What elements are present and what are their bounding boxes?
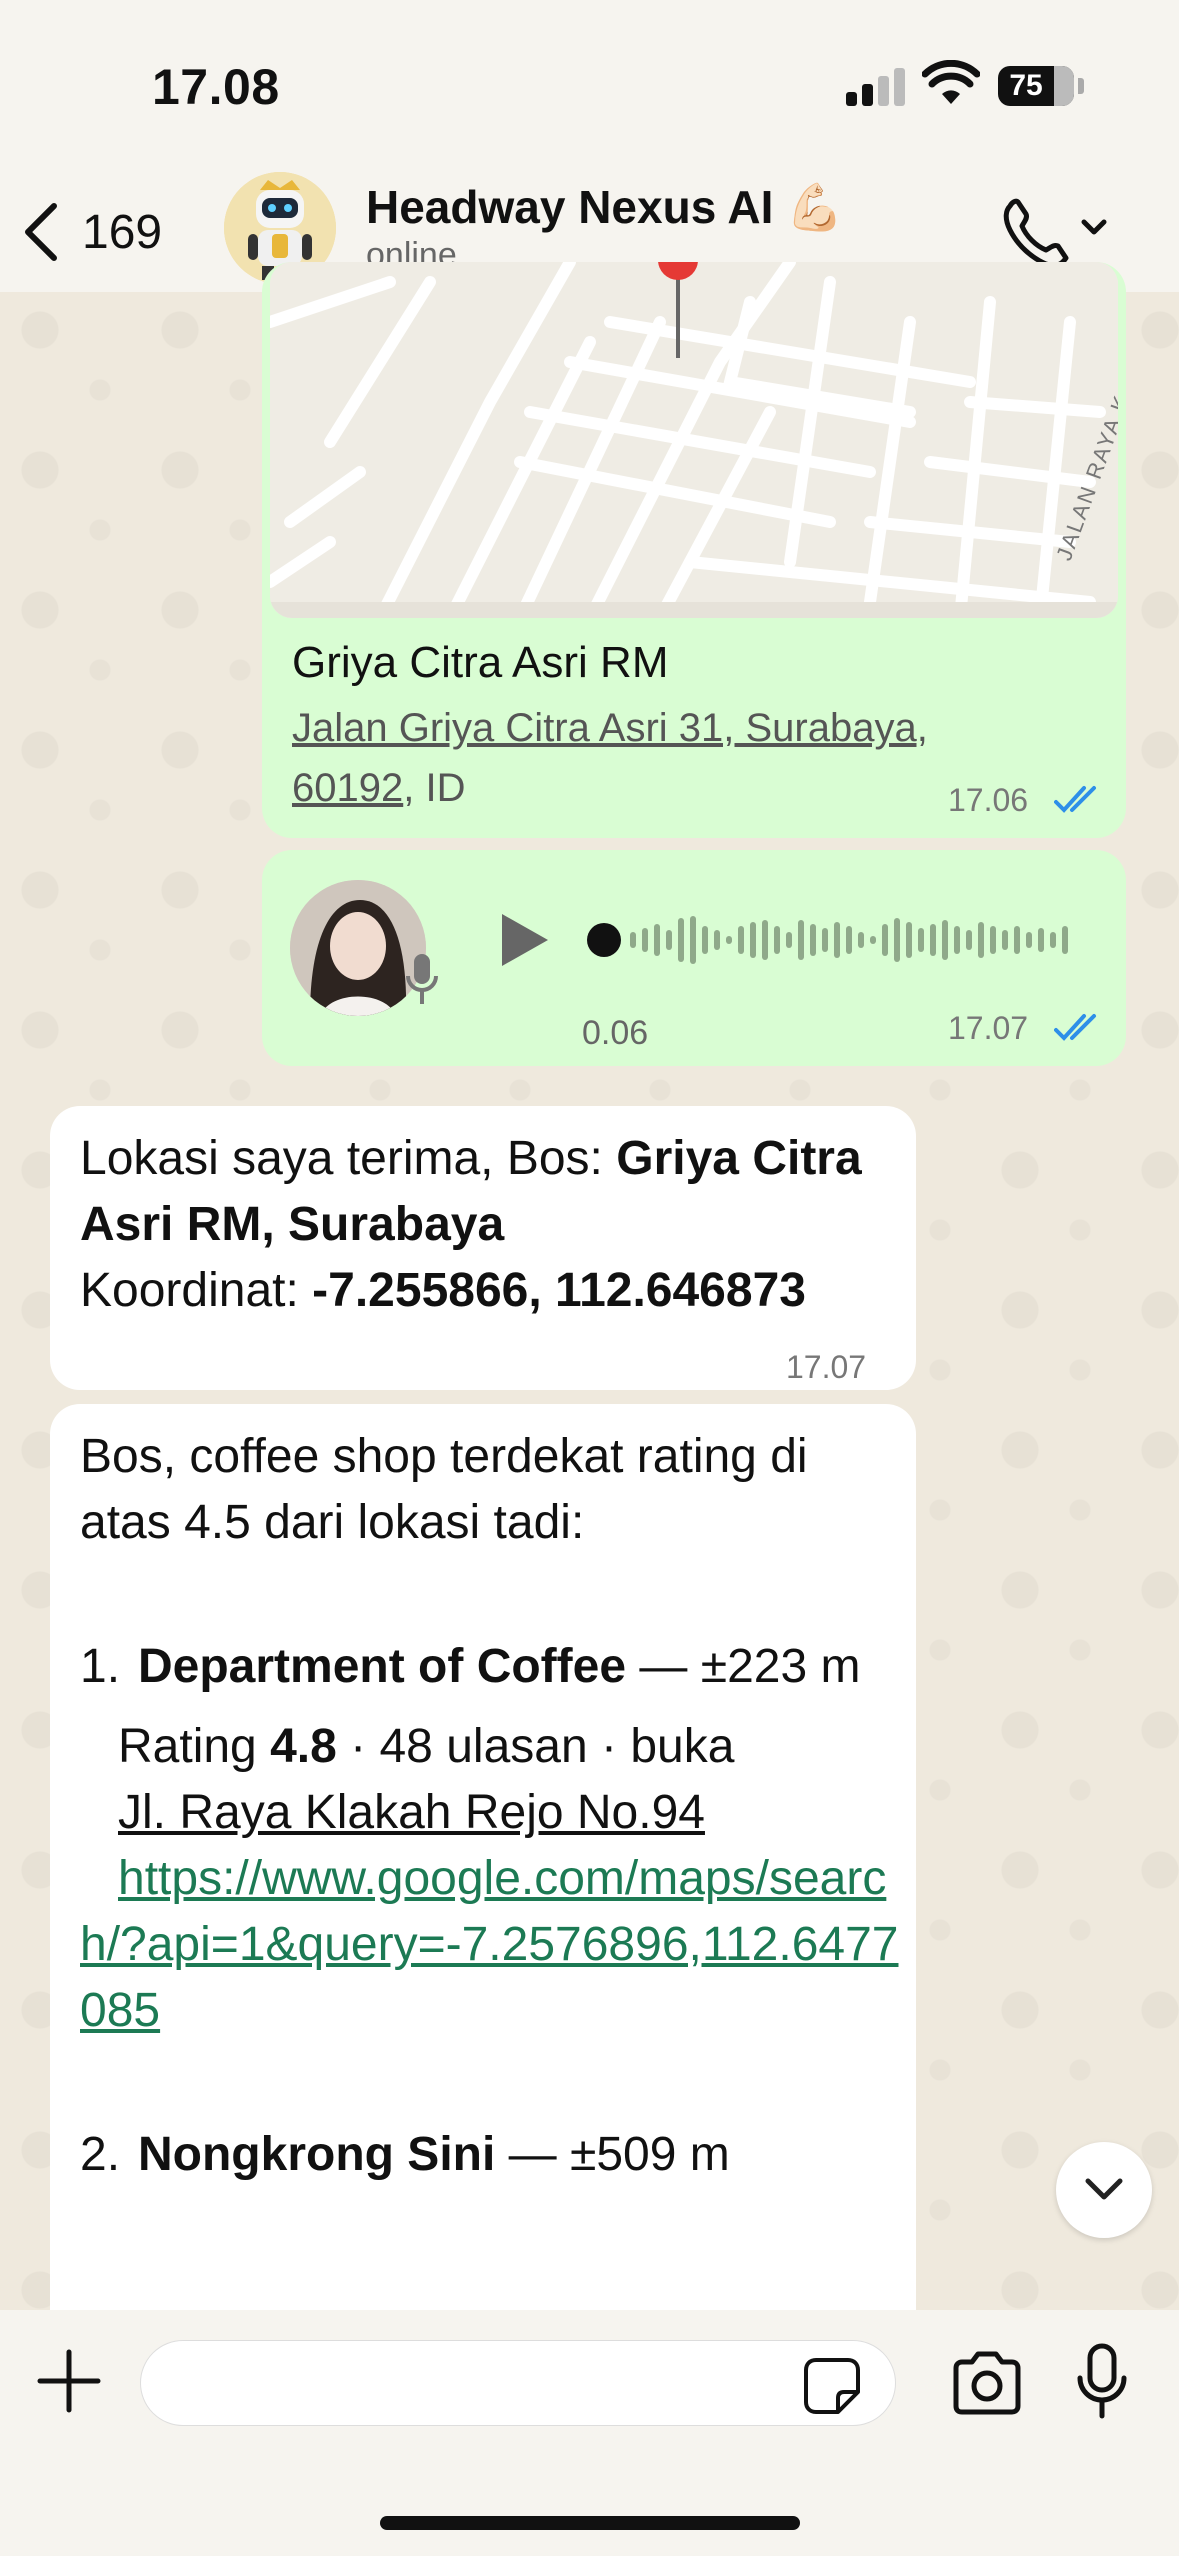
microphone-icon[interactable] [1074, 2342, 1130, 2422]
location-address: Jalan Griya Citra Asri 31, Surabaya, 601… [292, 698, 1052, 818]
list-item: 1. Department of Coffee — ±223 m [80, 1634, 900, 1700]
contact-name[interactable]: Headway Nexus AI 💪🏻 [366, 180, 843, 235]
phone-call-icon[interactable] [996, 192, 1116, 272]
chevron-down-icon [1085, 2178, 1123, 2200]
map-streets: JALAN RAYA K... [270, 262, 1118, 618]
location-place-name: Griya Citra Asri RM [292, 638, 669, 687]
place-distance: — ±223 m [626, 1640, 861, 1693]
status-time: 17.08 [152, 59, 280, 115]
place-name-bold: Nongkrong Sini [138, 2128, 496, 2181]
home-indicator [380, 2516, 800, 2530]
message-text: Lokasi saya terima, Bos: Griya Citra Asr… [80, 1126, 900, 1324]
location-message[interactable]: JALAN RAYA K... Griya Citra Asri RM Jala… [262, 262, 1126, 838]
unread-count: 169 [82, 205, 163, 259]
rating-value: 4.8 [270, 1720, 337, 1773]
cellular-signal-icon [846, 66, 906, 106]
chevron-left-icon [25, 203, 57, 261]
rating-label: Rating [118, 1720, 271, 1773]
battery-level: 75 [1009, 69, 1043, 102]
message-text-segment: Koordinat: [80, 1264, 313, 1317]
voice-duration: 0.06 [582, 1014, 649, 1052]
incoming-message: Lokasi saya terima, Bos: Griya Citra Asr… [50, 1106, 916, 1390]
battery-cap [1078, 78, 1084, 94]
message-intro: Bos, coffee shop terdekat rating di atas… [80, 1430, 808, 1549]
plus-icon[interactable] [34, 2346, 104, 2416]
message-text-segment: Lokasi saya terima, Bos: [80, 1132, 617, 1185]
message-text: Bos, coffee shop terdekat rating di atas… [80, 1424, 900, 2188]
location-address-country: , ID [403, 766, 466, 810]
microphone-badge-icon [406, 954, 438, 1004]
scroll-to-bottom-button[interactable] [1056, 2142, 1152, 2238]
message-time: 17.06 [948, 782, 1029, 818]
chevron-down-icon [1081, 219, 1107, 235]
maps-link[interactable]: https://www.google.com/maps/search/?api=… [80, 1846, 900, 2044]
location-address-link[interactable]: Jalan Griya Citra Asri 31, Surabaya, 601… [292, 706, 928, 810]
read-receipt-icon [1054, 1014, 1096, 1041]
status-bar: 17.08 75 [0, 0, 1179, 170]
sticker-icon[interactable] [802, 2356, 862, 2416]
place-details: Rating 4.8 · 48 ulasan · buka Jl. Raya K… [80, 1714, 900, 1846]
coordinates-bold: -7.255866, 112.646873 [312, 1264, 806, 1317]
wifi-icon [922, 60, 980, 104]
battery-icon: 75 [998, 66, 1074, 106]
place-distance: — ±509 m [495, 2128, 730, 2181]
list-item: 2. Nongkrong Sini — ±509 m [80, 2122, 900, 2188]
voice-message: 0.06 17.07 [262, 850, 1126, 1066]
place-address-link[interactable]: Jl. Raya Klakah Rejo No.94 [118, 1786, 705, 1839]
message-input[interactable] [140, 2340, 896, 2426]
list-number: 2. [80, 2128, 121, 2181]
place-name-bold: Department of Coffee [138, 1640, 627, 1693]
audio-waveform[interactable] [586, 912, 1086, 968]
incoming-message: Bos, coffee shop terdekat rating di atas… [50, 1404, 916, 2344]
back-button[interactable]: 169 [20, 192, 162, 272]
message-time: 17.07 [948, 1010, 1029, 1046]
play-icon[interactable] [494, 908, 554, 972]
list-number: 1. [80, 1640, 121, 1693]
camera-icon[interactable] [950, 2348, 1024, 2418]
rating-details: · 48 ulasan · buka [336, 1720, 735, 1773]
read-receipt-icon [1054, 786, 1096, 813]
message-time: 17.07 [786, 1349, 867, 1385]
location-map-preview[interactable]: JALAN RAYA K... [270, 262, 1118, 618]
